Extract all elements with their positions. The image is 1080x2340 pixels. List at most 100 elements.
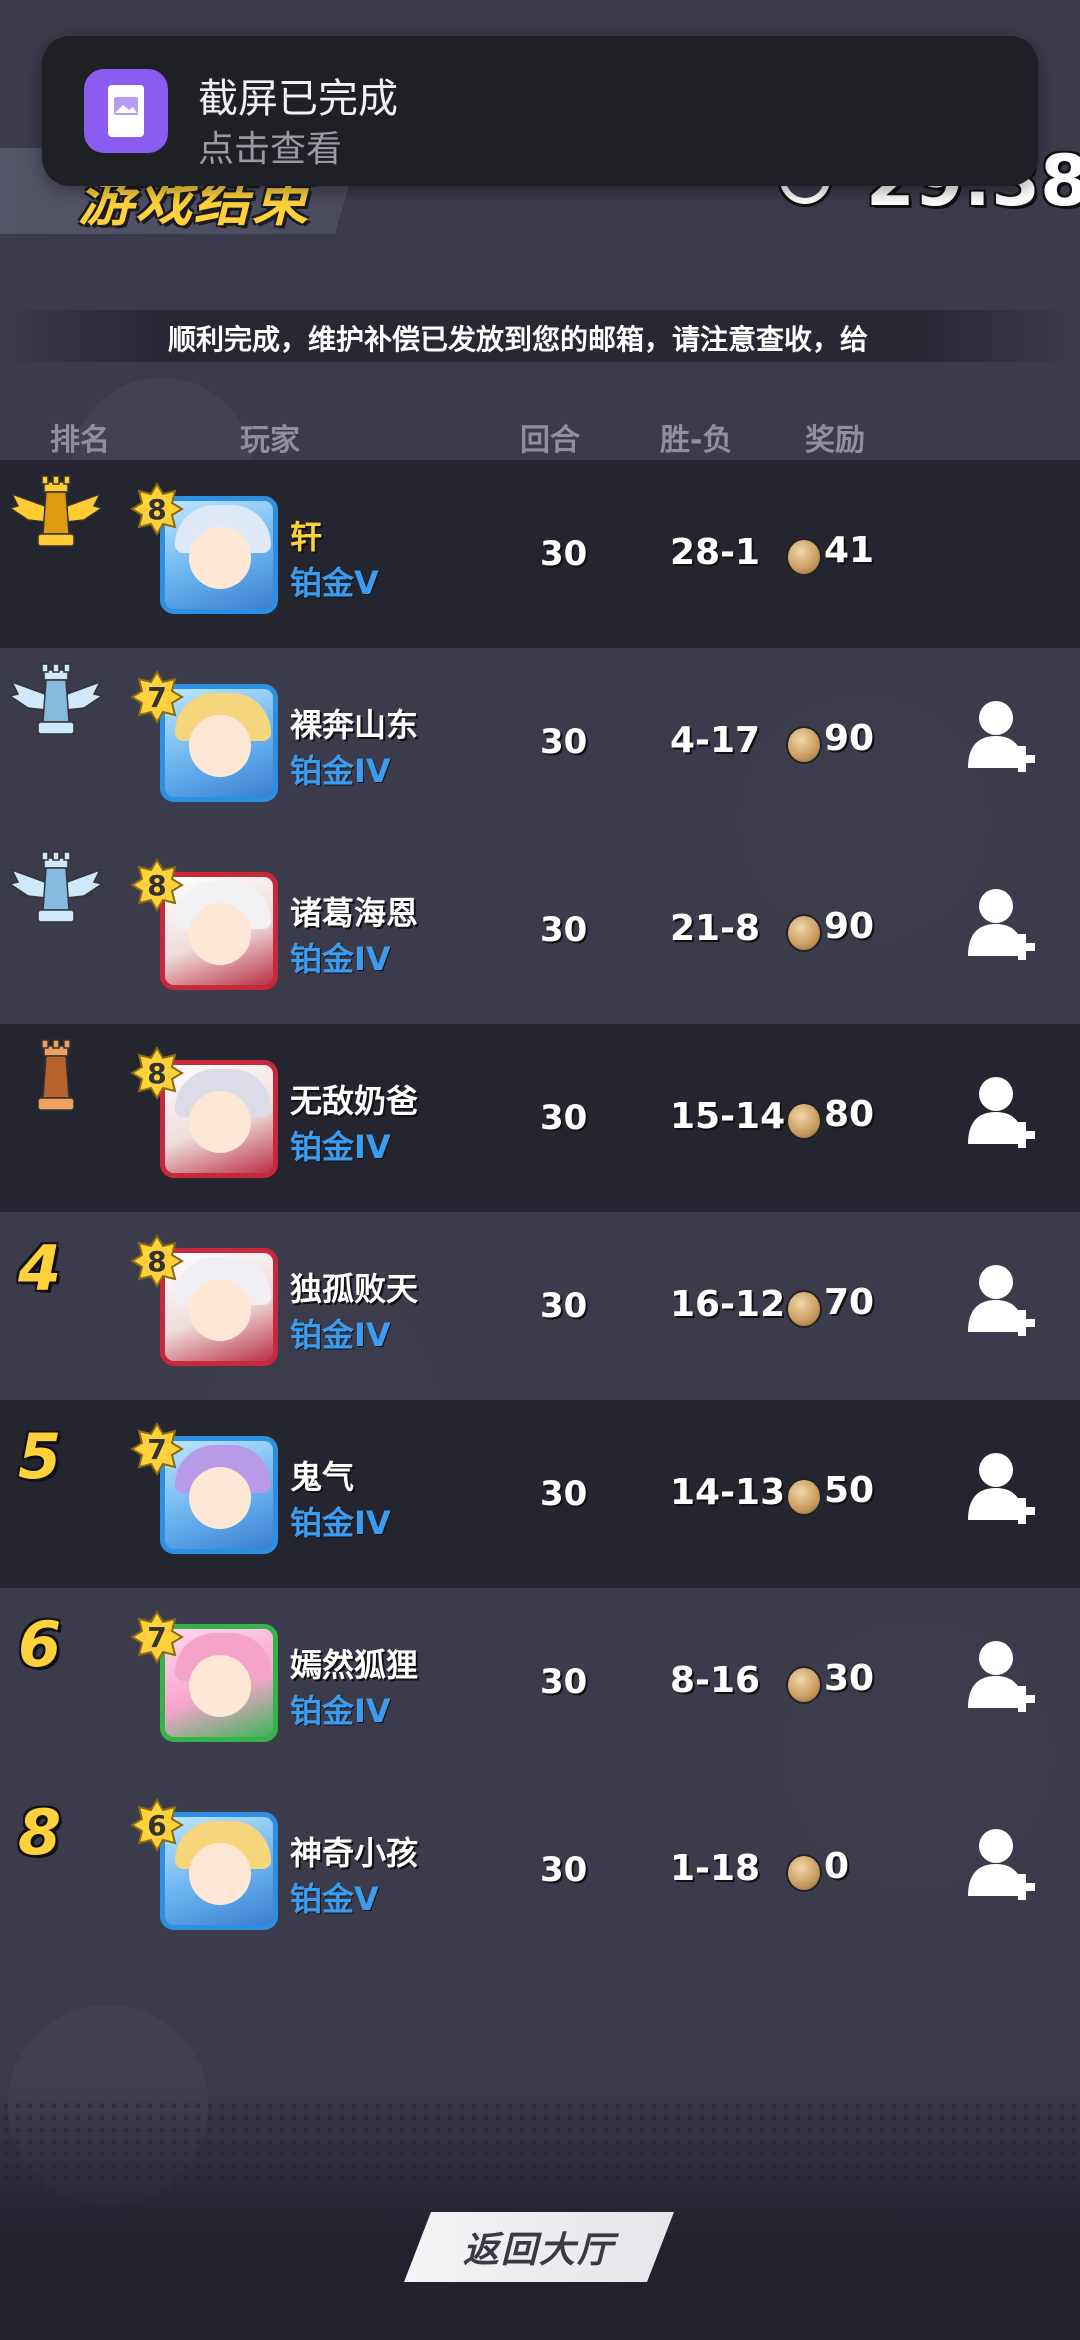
coin-icon: [788, 916, 820, 950]
add-friend-icon[interactable]: [966, 1450, 1036, 1526]
player-name: 鬼气: [290, 1458, 355, 1496]
reward-value: 80: [824, 1094, 875, 1135]
coin-icon: [788, 540, 820, 574]
rounds-value: 30: [540, 1850, 588, 1890]
level-badge: 7: [130, 1422, 184, 1476]
table-row: 8 轩 铂金V 30 28-1 41: [0, 460, 1080, 648]
coin-icon: [788, 1856, 820, 1890]
add-friend-icon[interactable]: [966, 1262, 1036, 1338]
player-name: 独孤败天: [290, 1270, 419, 1308]
rounds-value: 30: [540, 534, 588, 574]
level-badge: 8: [130, 1046, 184, 1100]
table-row: 4 8 独孤败天 铂金IV 30 16-12 70: [0, 1212, 1080, 1400]
player-tier: 铂金IV: [290, 1316, 391, 1354]
win-loss-value: 28-1: [670, 532, 761, 573]
player-name: 神奇小孩: [290, 1834, 419, 1872]
player-name: 诸葛海恩: [290, 894, 419, 932]
bottom-fade: [0, 2080, 1080, 2340]
level-badge: 8: [130, 1234, 184, 1288]
level-badge: 8: [130, 482, 184, 536]
coin-icon: [788, 1668, 820, 1702]
level-number: 7: [147, 681, 167, 714]
level-number: 8: [147, 493, 167, 526]
table-row: 6 7 嫣然狐狸 铂金IV 30 8-16 30: [0, 1588, 1080, 1776]
player-tier: 铂金IV: [290, 1692, 391, 1730]
reward-value: 41: [824, 530, 875, 571]
level-number: 7: [147, 1433, 167, 1466]
player-name: 裸奔山东: [290, 706, 419, 744]
level-badge: 7: [130, 670, 184, 724]
announcement-text: 顺利完成，维护补偿已发放到您的邮箱，请注意查收，给: [167, 323, 868, 356]
silver-trophy-icon: [6, 848, 106, 938]
reward-value: 90: [824, 906, 875, 947]
add-friend-icon[interactable]: [966, 698, 1036, 774]
column-header-reward: 奖励: [805, 423, 865, 458]
win-loss-value: 8-16: [670, 1660, 761, 1701]
screenshot-app-icon: [84, 69, 168, 153]
column-header-win-loss: 胜-负: [660, 423, 733, 458]
notification-title: 截屏已完成: [198, 76, 398, 122]
add-friend-icon[interactable]: [966, 1074, 1036, 1150]
rounds-value: 30: [540, 722, 588, 762]
rank-number: 6: [18, 1608, 62, 1681]
announcement-marquee: 顺利完成，维护补偿已发放到您的邮箱，请注意查收，给: [0, 310, 1080, 362]
reward-value: 90: [824, 718, 875, 759]
column-header-rounds: 回合: [520, 423, 580, 458]
level-badge: 8: [130, 858, 184, 912]
player-tier: 铂金V: [290, 564, 379, 602]
table-row: 8 6 神奇小孩 铂金V 30 1-18 0: [0, 1776, 1080, 1964]
back-to-lobby-label: 返回大厅: [462, 2230, 615, 2271]
rounds-value: 30: [540, 1662, 588, 1702]
reward-value: 0: [824, 1846, 850, 1887]
table-row: 8 无敌奶爸 铂金IV 30 15-14 80: [0, 1024, 1080, 1212]
add-friend-icon[interactable]: [966, 886, 1036, 962]
level-number: 8: [147, 1057, 167, 1090]
player-name: 轩: [290, 518, 323, 556]
player-name: 无敌奶爸: [290, 1082, 419, 1120]
player-tier: 铂金IV: [290, 1128, 391, 1166]
column-header-rank: 排名: [50, 423, 110, 458]
rounds-value: 30: [540, 1098, 588, 1138]
rank-number: 4: [18, 1232, 62, 1305]
back-to-lobby-button[interactable]: 返回大厅: [404, 2212, 674, 2282]
rounds-value: 30: [540, 1474, 588, 1514]
add-friend-icon[interactable]: [966, 1638, 1036, 1714]
rounds-value: 30: [540, 910, 588, 950]
level-badge: 6: [130, 1798, 184, 1852]
coin-icon: [788, 1292, 820, 1326]
win-loss-value: 16-12: [670, 1284, 786, 1325]
table-row: 5 7 鬼气 铂金IV 30 14-13 50: [0, 1400, 1080, 1588]
player-tier: 铂金IV: [290, 1504, 391, 1542]
win-loss-value: 15-14: [670, 1096, 786, 1137]
gold-trophy-icon: [6, 472, 106, 562]
coin-icon: [788, 1480, 820, 1514]
win-loss-value: 14-13: [670, 1472, 786, 1513]
player-name: 嫣然狐狸: [290, 1646, 419, 1684]
column-header-player: 玩家: [240, 423, 300, 458]
reward-value: 50: [824, 1470, 875, 1511]
table-row: 7 裸奔山东 铂金IV 30 4-17 90: [0, 648, 1080, 836]
add-friend-icon[interactable]: [966, 1826, 1036, 1902]
reward-value: 30: [824, 1658, 875, 1699]
rank-number: 5: [18, 1420, 62, 1493]
reward-value: 70: [824, 1282, 875, 1323]
bronze-trophy-icon: [6, 1036, 106, 1126]
level-number: 8: [147, 1245, 167, 1278]
coin-icon: [788, 728, 820, 762]
notification-subtitle: 点击查看: [198, 129, 343, 170]
level-badge: 7: [130, 1610, 184, 1664]
rounds-value: 30: [540, 1286, 588, 1326]
level-number: 6: [147, 1809, 167, 1842]
screenshot-notification[interactable]: 截屏已完成 点击查看: [42, 36, 1038, 186]
player-tier: 铂金IV: [290, 940, 391, 978]
player-tier: 铂金IV: [290, 752, 391, 790]
win-loss-value: 21-8: [670, 908, 761, 949]
player-tier: 铂金V: [290, 1880, 379, 1918]
win-loss-value: 1-18: [670, 1848, 761, 1889]
silver-trophy-icon: [6, 660, 106, 750]
level-number: 8: [147, 869, 167, 902]
table-row: 8 诸葛海恩 铂金IV 30 21-8 90: [0, 836, 1080, 1024]
rank-number: 8: [18, 1796, 62, 1869]
level-number: 7: [147, 1621, 167, 1654]
coin-icon: [788, 1104, 820, 1138]
